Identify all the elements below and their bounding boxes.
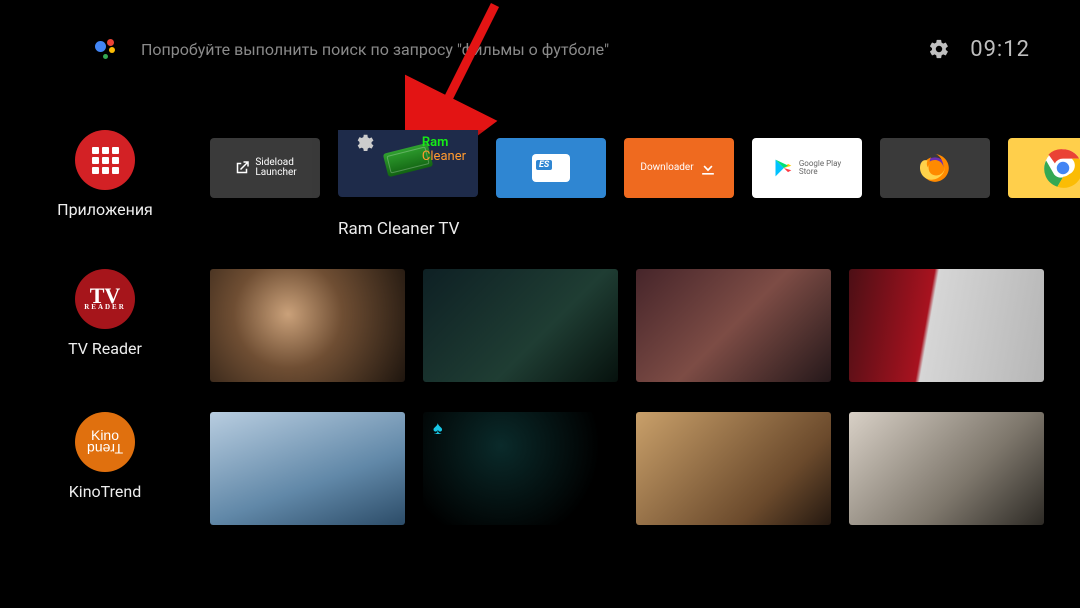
apps-grid-icon <box>92 147 119 174</box>
content-tile[interactable] <box>636 269 831 382</box>
firefox-icon <box>918 151 952 185</box>
app-tile-chrome[interactable] <box>1008 138 1080 198</box>
app-tile-sideload-launcher[interactable]: SideloadLauncher <box>210 138 320 198</box>
gear-icon <box>352 132 374 154</box>
gear-icon[interactable] <box>928 38 950 60</box>
selected-app-label: Ram Cleaner TV <box>210 219 1080 239</box>
content-tile[interactable] <box>210 269 405 382</box>
ram-cleaner-text: RamCleaner <box>422 136 466 163</box>
play-store-icon <box>773 157 793 179</box>
kinotrend-channel-icon[interactable]: KinoTrend <box>75 412 135 472</box>
kinotrend-icon: KinoTrend <box>87 428 123 456</box>
app-tile-google-play[interactable]: Google PlayStore <box>752 138 862 198</box>
content-tile[interactable] <box>636 412 831 525</box>
download-icon <box>698 158 718 178</box>
content-tile[interactable] <box>849 269 1044 382</box>
open-external-icon <box>233 159 251 177</box>
kinotrend-channel-label: KinoTrend <box>69 482 141 501</box>
app-tile-downloader[interactable]: Downloader <box>624 138 734 198</box>
app-tile-firefox[interactable] <box>880 138 990 198</box>
content-tile[interactable] <box>423 412 618 525</box>
assistant-logo-icon[interactable] <box>95 37 119 61</box>
app-tile-ram-cleaner[interactable]: RamCleaner <box>338 130 478 197</box>
folder-icon: ES <box>532 154 570 182</box>
apps-channel-label: Приложения <box>57 200 153 219</box>
content-tile[interactable] <box>849 412 1044 525</box>
app-tile-es-explorer[interactable]: ES <box>496 138 606 198</box>
apps-channel-icon[interactable] <box>75 130 135 190</box>
tvreader-channel-label: TV Reader <box>68 339 142 358</box>
tvreader-channel-icon[interactable]: TVREADER <box>75 269 135 329</box>
chrome-icon <box>1043 148 1080 188</box>
content-tile[interactable] <box>423 269 618 382</box>
search-hint[interactable]: Попробуйте выполнить поиск по запросу "ф… <box>141 40 928 59</box>
content-tile[interactable] <box>210 412 405 525</box>
tv-reader-icon: TVREADER <box>84 287 126 310</box>
clock: 09:12 <box>970 37 1030 62</box>
